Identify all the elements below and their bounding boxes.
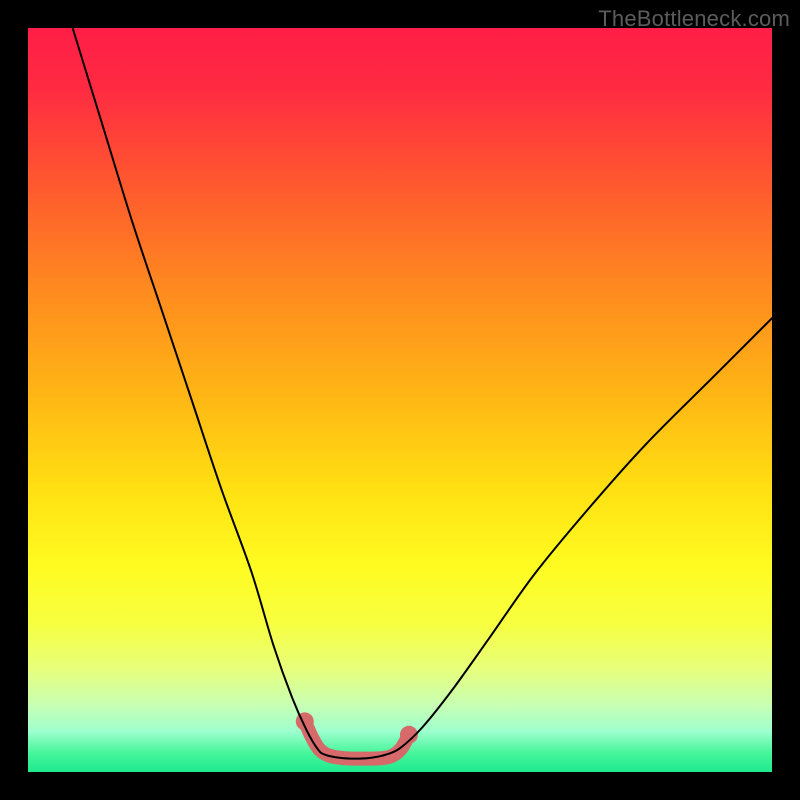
chart-frame: TheBottleneck.com (0, 0, 800, 800)
watermark-text: TheBottleneck.com (598, 6, 790, 32)
plot-area (28, 28, 772, 772)
bottleneck-curve (73, 28, 772, 759)
chart-curves (28, 28, 772, 772)
